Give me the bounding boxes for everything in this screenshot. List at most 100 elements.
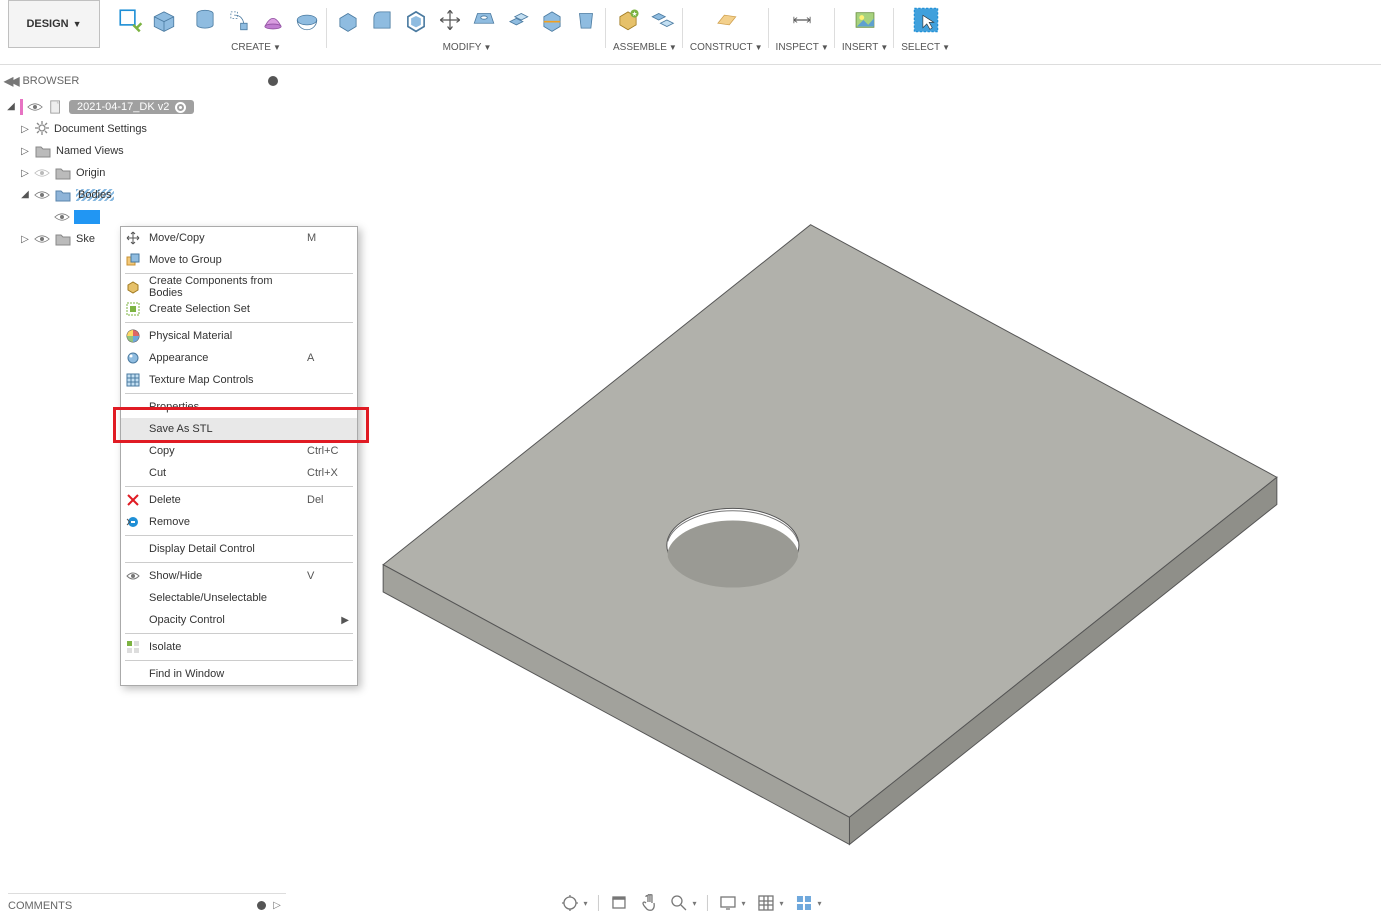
grid-icon[interactable] bbox=[756, 893, 776, 913]
submenu-arrow-icon: ▶ bbox=[341, 615, 349, 626]
comments-expand-icon[interactable]: ▷ bbox=[272, 900, 282, 911]
cm-appearance-short: A bbox=[307, 352, 349, 364]
assemble-label: ASSEMBLE bbox=[613, 42, 667, 53]
cm-create-components-label: Create Components from Bodies bbox=[149, 275, 299, 299]
inspect-label: INSPECT bbox=[776, 42, 819, 53]
shell-icon[interactable] bbox=[402, 6, 430, 34]
cm-save-stl[interactable]: Save As STL bbox=[121, 418, 357, 440]
cm-opacity[interactable]: Opacity Control ▶ bbox=[121, 609, 357, 631]
cm-copy[interactable]: Copy Ctrl+C bbox=[121, 440, 357, 462]
model-plate bbox=[340, 215, 1320, 885]
box-icon[interactable] bbox=[150, 6, 178, 34]
component-icon bbox=[125, 279, 141, 295]
plane-icon[interactable] bbox=[712, 6, 740, 34]
new-component-icon[interactable]: ★ bbox=[614, 6, 642, 34]
cm-move-copy-label: Move/Copy bbox=[149, 232, 299, 244]
cm-physical-material-label: Physical Material bbox=[149, 330, 299, 342]
move-icon[interactable] bbox=[436, 6, 464, 34]
cm-delete[interactable]: Delete Del bbox=[121, 489, 357, 511]
cylinder-icon[interactable] bbox=[191, 6, 219, 34]
draft-icon[interactable] bbox=[572, 6, 600, 34]
cm-separator bbox=[125, 273, 353, 274]
cm-properties[interactable]: Properties bbox=[121, 396, 357, 418]
ribbon: DESIGN ▼ CREATE▼ bbox=[0, 0, 1381, 65]
cm-appearance-label: Appearance bbox=[149, 352, 299, 364]
fillet-icon[interactable] bbox=[368, 6, 396, 34]
look-at-icon[interactable] bbox=[608, 893, 628, 913]
cm-move-copy-short: M bbox=[307, 232, 349, 244]
zoom-icon[interactable] bbox=[668, 893, 688, 913]
cm-save-stl-label: Save As STL bbox=[149, 423, 299, 435]
combine-icon[interactable] bbox=[504, 6, 532, 34]
joint-icon[interactable] bbox=[648, 6, 676, 34]
press-pull-icon[interactable] bbox=[334, 6, 362, 34]
cm-separator bbox=[125, 486, 353, 487]
assemble-group: ★ ASSEMBLE▼ bbox=[607, 2, 684, 62]
pan-icon[interactable] bbox=[638, 893, 658, 913]
inspect-group: INSPECT▼ bbox=[770, 2, 836, 62]
cm-separator bbox=[125, 633, 353, 634]
cm-create-components[interactable]: Create Components from Bodies bbox=[121, 276, 357, 298]
split-icon[interactable] bbox=[538, 6, 566, 34]
cm-show-hide[interactable]: Show/Hide V bbox=[121, 565, 357, 587]
cm-find-window[interactable]: Find in Window bbox=[121, 663, 357, 685]
cm-separator bbox=[125, 562, 353, 563]
cm-move-copy[interactable]: Move/Copy M bbox=[121, 227, 357, 249]
cm-appearance[interactable]: Appearance A bbox=[121, 347, 357, 369]
cm-separator bbox=[125, 322, 353, 323]
design-mode-button[interactable]: DESIGN ▼ bbox=[8, 0, 100, 48]
selection-set-icon bbox=[125, 301, 141, 317]
cm-delete-short: Del bbox=[307, 494, 349, 506]
cm-create-selection[interactable]: Create Selection Set bbox=[121, 298, 357, 320]
orbit-icon[interactable] bbox=[559, 893, 579, 913]
cm-cut-short: Ctrl+X bbox=[307, 467, 349, 479]
cm-properties-label: Properties bbox=[149, 401, 299, 413]
select-label: SELECT bbox=[901, 42, 940, 53]
cm-separator bbox=[125, 535, 353, 536]
select-tool-icon[interactable] bbox=[912, 6, 940, 34]
cm-selectable[interactable]: Selectable/Unselectable bbox=[121, 587, 357, 609]
cm-delete-label: Delete bbox=[149, 494, 299, 506]
caret-down-icon: ▼ bbox=[73, 19, 82, 29]
cm-move-to-group[interactable]: Move to Group bbox=[121, 249, 357, 271]
cm-cut[interactable]: Cut Ctrl+X bbox=[121, 462, 357, 484]
comments-label: COMMENTS bbox=[8, 900, 72, 912]
cm-texture-map-label: Texture Map Controls bbox=[149, 374, 299, 386]
sweep-icon[interactable] bbox=[225, 6, 253, 34]
cm-physical-material[interactable]: Physical Material bbox=[121, 325, 357, 347]
hole-icon[interactable] bbox=[470, 6, 498, 34]
construct-group: CONSTRUCT▼ bbox=[684, 2, 770, 62]
comments-bar[interactable]: COMMENTS ▷ bbox=[8, 893, 286, 917]
comments-dot-icon[interactable] bbox=[257, 901, 266, 910]
create-group: CREATE▼ bbox=[185, 2, 328, 62]
move-icon bbox=[125, 230, 141, 246]
measure-icon[interactable] bbox=[788, 6, 816, 34]
context-menu: Move/Copy M Move to Group Create Compone… bbox=[120, 226, 358, 686]
nav-toolbar: ▾ ▾ ▾ ▾ ▾ bbox=[559, 889, 821, 917]
cm-remove-label: Remove bbox=[149, 516, 299, 528]
cm-selectable-label: Selectable/Unselectable bbox=[149, 592, 299, 604]
create-label: CREATE bbox=[231, 42, 271, 53]
cm-move-to-group-label: Move to Group bbox=[149, 254, 299, 266]
construct-label: CONSTRUCT bbox=[690, 42, 753, 53]
design-mode-label: DESIGN bbox=[26, 18, 68, 30]
cm-display-detail[interactable]: Display Detail Control bbox=[121, 538, 357, 560]
insert-image-icon[interactable] bbox=[851, 6, 879, 34]
sketch-icon[interactable] bbox=[116, 6, 144, 34]
loft-icon[interactable] bbox=[259, 6, 287, 34]
texture-icon bbox=[125, 372, 141, 388]
cm-show-hide-label: Show/Hide bbox=[149, 570, 299, 582]
cm-cut-label: Cut bbox=[149, 467, 299, 479]
viewport-layout-icon[interactable] bbox=[794, 893, 814, 913]
cm-isolate-label: Isolate bbox=[149, 641, 299, 653]
cm-remove[interactable]: Remove bbox=[121, 511, 357, 533]
cm-texture-map[interactable]: Texture Map Controls bbox=[121, 369, 357, 391]
insert-group: INSERT▼ bbox=[836, 2, 895, 62]
display-settings-icon[interactable] bbox=[717, 893, 737, 913]
cm-isolate[interactable]: Isolate bbox=[121, 636, 357, 658]
cm-separator bbox=[125, 393, 353, 394]
cm-show-hide-short: V bbox=[307, 570, 349, 582]
revolve-icon[interactable] bbox=[293, 6, 321, 34]
select-group: SELECT▼ bbox=[895, 2, 957, 62]
solid-tools bbox=[110, 2, 185, 62]
